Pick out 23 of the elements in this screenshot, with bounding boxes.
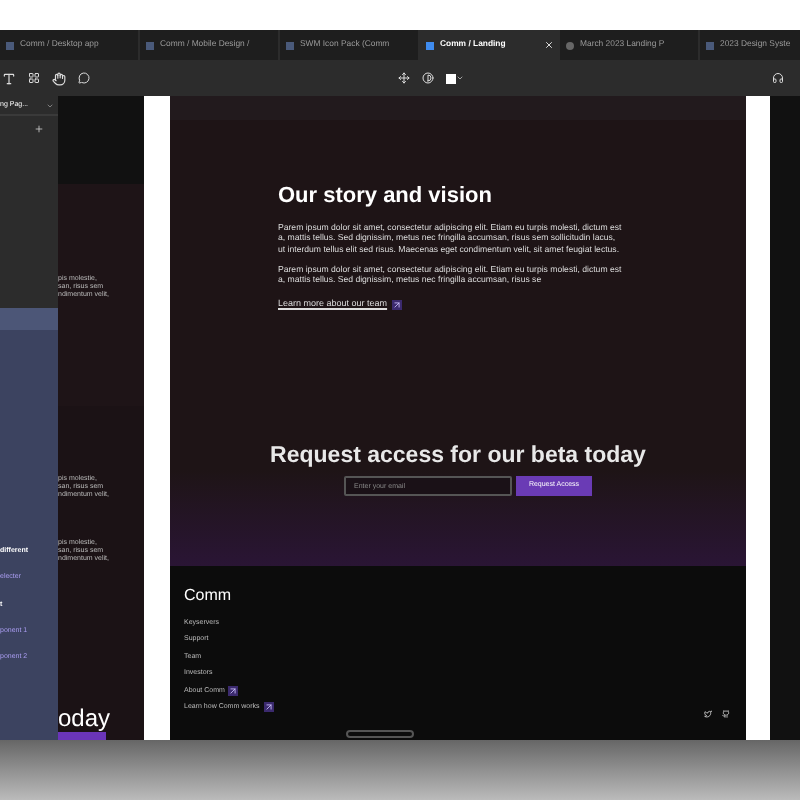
comment-icon[interactable] [78,72,90,84]
add-icon[interactable] [34,124,44,134]
file-icon [286,41,294,49]
external-link-icon [263,701,274,712]
components-icon[interactable] [28,72,40,84]
external-link-icon [228,685,239,696]
twitter-icon[interactable] [704,710,712,718]
github-icon[interactable] [722,710,730,718]
footer-brand: Comm [184,586,234,606]
scroll-handle[interactable] [346,730,414,738]
move-icon[interactable] [398,72,410,84]
file-icon [6,41,14,49]
headphones-icon[interactable] [772,72,784,84]
section-heading: Our story and vision [278,184,492,210]
file-icon [706,41,714,49]
text-tool-icon[interactable] [2,71,16,85]
file-icon [426,41,434,49]
external-link-icon [391,300,402,311]
hand-tool-icon[interactable] [52,71,66,85]
section-heading: Request access for our beta today [270,442,646,470]
file-icon [146,41,154,49]
contrast-icon[interactable] [422,72,434,84]
section-heading: oday [58,704,113,732]
